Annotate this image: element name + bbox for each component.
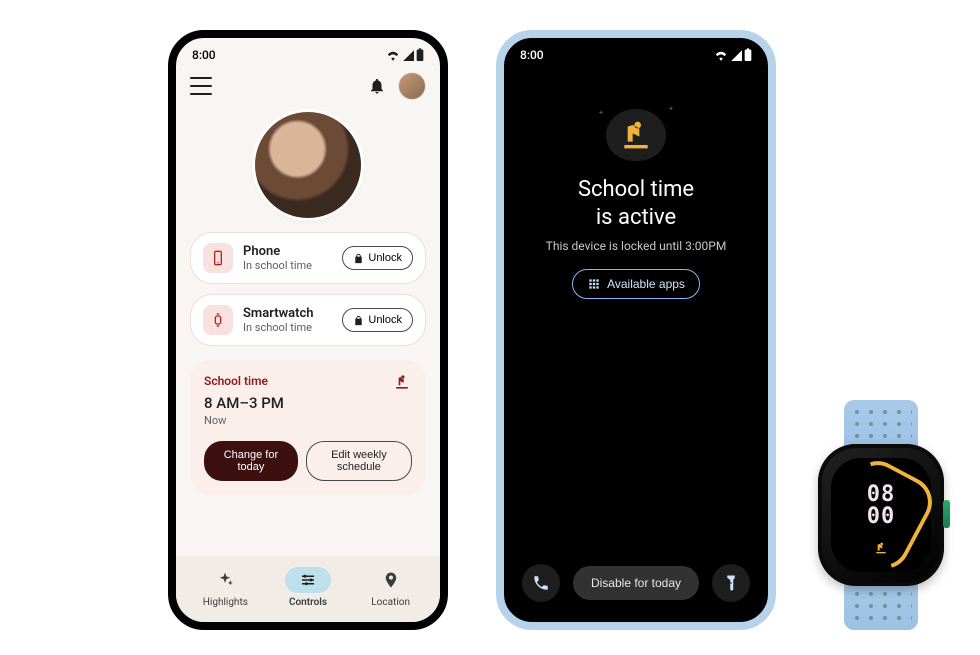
edit-schedule-button[interactable]: Edit weekly schedule <box>306 441 412 481</box>
watch-icon <box>203 305 233 335</box>
nav-controls[interactable]: Controls <box>285 567 331 608</box>
notifications-icon[interactable] <box>368 77 386 95</box>
school-time-icon <box>873 540 889 560</box>
parent-phone: 8:00 Phon <box>168 30 448 630</box>
unlock-button[interactable]: Unlock <box>342 246 413 270</box>
lock-icon <box>353 315 364 326</box>
sliders-icon <box>299 571 317 589</box>
sparkle-icon <box>216 571 234 589</box>
menu-button[interactable] <box>190 77 212 95</box>
device-phone-card[interactable]: Phone In school time Unlock <box>190 232 426 284</box>
bottom-nav: Highlights Controls Location <box>176 556 440 622</box>
status-bar: 8:00 <box>176 38 440 68</box>
status-icons <box>714 48 752 62</box>
phone-icon <box>532 574 550 592</box>
device-title: Phone <box>243 244 332 259</box>
change-for-today-button[interactable]: Change for today <box>204 441 298 481</box>
signal-icon <box>730 49 742 61</box>
device-list: Phone In school time Unlock Smartwatch I… <box>176 232 440 346</box>
battery-icon <box>744 48 752 62</box>
device-smartwatch-card[interactable]: Smartwatch In school time Unlock <box>190 294 426 346</box>
status-time: 8:00 <box>192 48 216 62</box>
status-time: 8:00 <box>520 48 544 62</box>
wifi-icon <box>386 49 400 61</box>
watch-body: 08 00 <box>818 444 944 586</box>
flashlight-icon <box>722 574 740 592</box>
school-time-now: Now <box>204 414 412 427</box>
nav-location[interactable]: Location <box>368 567 414 608</box>
watch-time: 08 00 <box>831 484 931 528</box>
school-time-card[interactable]: School time 8 AM–3 PM Now Change for tod… <box>190 360 426 495</box>
top-bar <box>176 68 440 108</box>
location-pin-icon <box>382 571 400 589</box>
school-time-title: School time <box>204 374 412 388</box>
status-bar: 8:00 <box>504 38 768 68</box>
device-subtitle: In school time <box>243 321 332 334</box>
device-title: Smartwatch <box>243 306 332 321</box>
unlock-button[interactable]: Unlock <box>342 308 413 332</box>
school-time-illustration <box>600 104 672 166</box>
lock-icon <box>353 253 364 264</box>
flashlight-button[interactable] <box>712 564 750 602</box>
school-time-subtitle: This device is locked until 3:00PM <box>504 239 768 253</box>
child-phone: 8:00 School time is active This device i… <box>496 30 776 630</box>
disable-for-today-button[interactable]: Disable for today <box>573 566 699 600</box>
bottom-actions: Disable for today <box>504 550 768 622</box>
school-time-range: 8 AM–3 PM <box>204 394 412 412</box>
school-time-icon <box>392 372 412 396</box>
device-subtitle: In school time <box>243 259 332 272</box>
emergency-call-button[interactable] <box>522 564 560 602</box>
apps-grid-icon <box>587 277 601 291</box>
smartwatch: 08 00 <box>806 400 956 630</box>
wifi-icon <box>714 49 728 61</box>
account-avatar[interactable] <box>398 72 426 100</box>
nav-highlights[interactable]: Highlights <box>202 567 248 608</box>
student-at-desk-icon <box>616 115 656 155</box>
watch-face[interactable]: 08 00 <box>831 458 931 572</box>
status-icons <box>386 48 424 62</box>
signal-icon <box>402 49 414 61</box>
available-apps-button[interactable]: Available apps <box>572 269 700 299</box>
school-time-heading: School time is active <box>504 176 768 231</box>
battery-icon <box>416 48 424 62</box>
child-avatar[interactable] <box>255 112 361 218</box>
phone-icon <box>203 243 233 273</box>
